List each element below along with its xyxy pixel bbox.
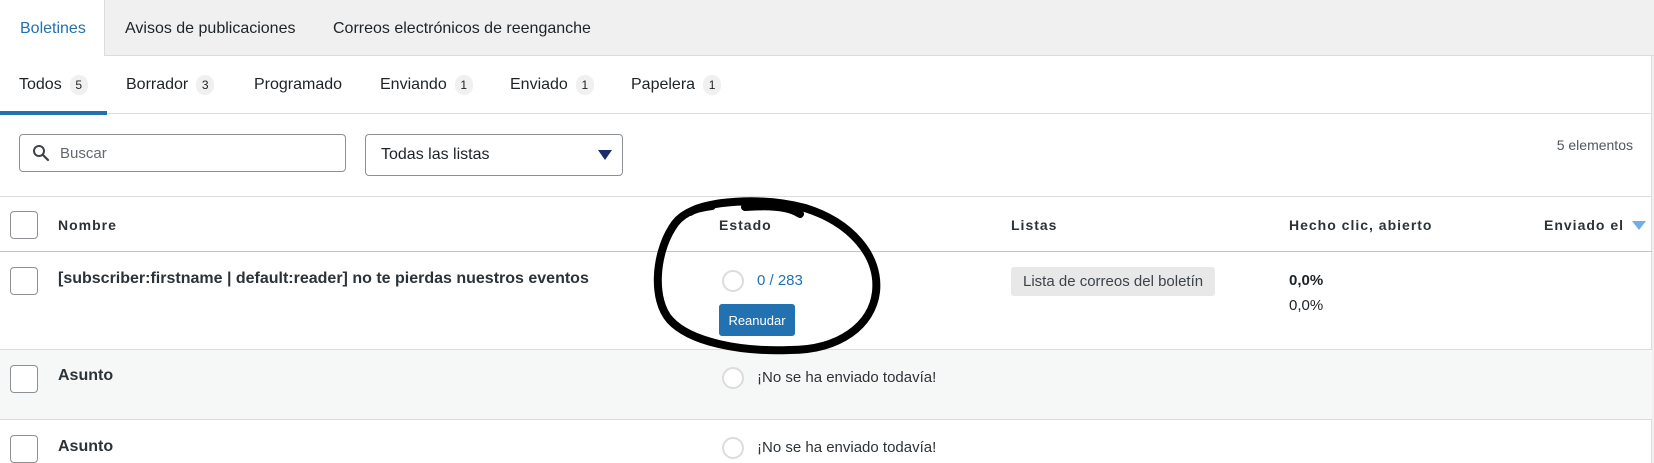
count-badge: 1 [703,75,722,95]
tab-correos-reenganche[interactable]: Correos electrónicos de reenganche [333,0,591,57]
status-text: ¡No se ha enviado todavía! [757,439,937,456]
search-icon [32,144,50,162]
subtab-label: Papelera [631,76,696,93]
tab-avisos-publicaciones[interactable]: Avisos de publicaciones [125,0,295,57]
table-header: Nombre Estado Listas Hecho clic, abierto… [0,196,1652,252]
row-checkbox[interactable] [10,435,38,463]
caret-down-icon [598,150,612,160]
tab-boletines[interactable]: Boletines [0,0,105,57]
subtab-papelera[interactable]: Papelera 1 [631,56,722,114]
select-all-checkbox[interactable] [10,211,38,239]
list-filter-value: Todas las listas [381,146,490,163]
status-circle-icon [722,367,744,389]
newsletter-title[interactable]: [subscriber:firstname | default:reader] … [58,270,589,288]
newsletter-title[interactable]: Asunto [58,367,113,385]
column-nombre[interactable]: Nombre [58,197,117,253]
search-box[interactable] [19,134,346,172]
clicked-stat: 0,0% [1289,272,1324,289]
resume-button[interactable]: Reanudar [719,304,795,336]
status-text: ¡No se ha enviado todavía! [757,369,937,386]
subtab-enviando[interactable]: Enviando 1 [380,56,473,114]
subtab-label: Enviado [510,76,568,93]
subtab-label: Borrador [126,76,189,93]
table-row: Asunto ¡No se ha enviado todavía! [0,420,1652,463]
items-count: 5 elementos [1556,137,1633,153]
count-badge: 1 [454,75,473,95]
row-checkbox[interactable] [10,267,38,295]
list-badge[interactable]: Lista de correos del boletín [1011,267,1216,296]
subtab-programado[interactable]: Programado [254,56,342,114]
status-circle-icon [722,437,744,459]
column-enviado-el-label: Enviado el [1544,217,1625,233]
count-badge: 1 [575,75,594,95]
count-badge: 5 [69,75,88,95]
column-enviado-el[interactable]: Enviado el [1544,197,1647,253]
column-estado: Estado [719,217,772,233]
count-badge: 3 [196,75,215,95]
table-row: [subscriber:firstname | default:reader] … [0,252,1652,350]
row-checkbox[interactable] [10,365,38,393]
status-filter-tabs: Todos 5 Borrador 3 Programado Enviando 1… [0,56,1652,115]
column-hecho-clic: Hecho clic, abierto [1289,217,1433,233]
top-tabs: Boletines Avisos de publicaciones Correo… [0,0,1654,57]
opened-stat: 0,0% [1289,297,1324,314]
newsletter-title[interactable]: Asunto [58,438,113,456]
list-filter-select[interactable]: Todas las listas [365,134,623,176]
main-panel: Todos 5 Borrador 3 Programado Enviando 1… [0,56,1652,463]
table-row: Asunto ¡No se ha enviado todavía! [0,350,1652,420]
subtab-label: Programado [254,76,343,93]
column-listas: Listas [1011,217,1058,233]
sort-desc-icon [1632,220,1647,230]
subtab-label: Todos [19,76,62,93]
subtab-borrador[interactable]: Borrador 3 [126,56,215,114]
send-progress[interactable]: 0 / 283 [757,272,803,289]
subtab-todos[interactable]: Todos 5 [0,56,107,115]
subtab-label: Enviando [380,76,447,93]
subtab-enviado[interactable]: Enviado 1 [510,56,594,114]
search-input[interactable] [60,144,330,162]
status-circle-icon [722,270,744,292]
